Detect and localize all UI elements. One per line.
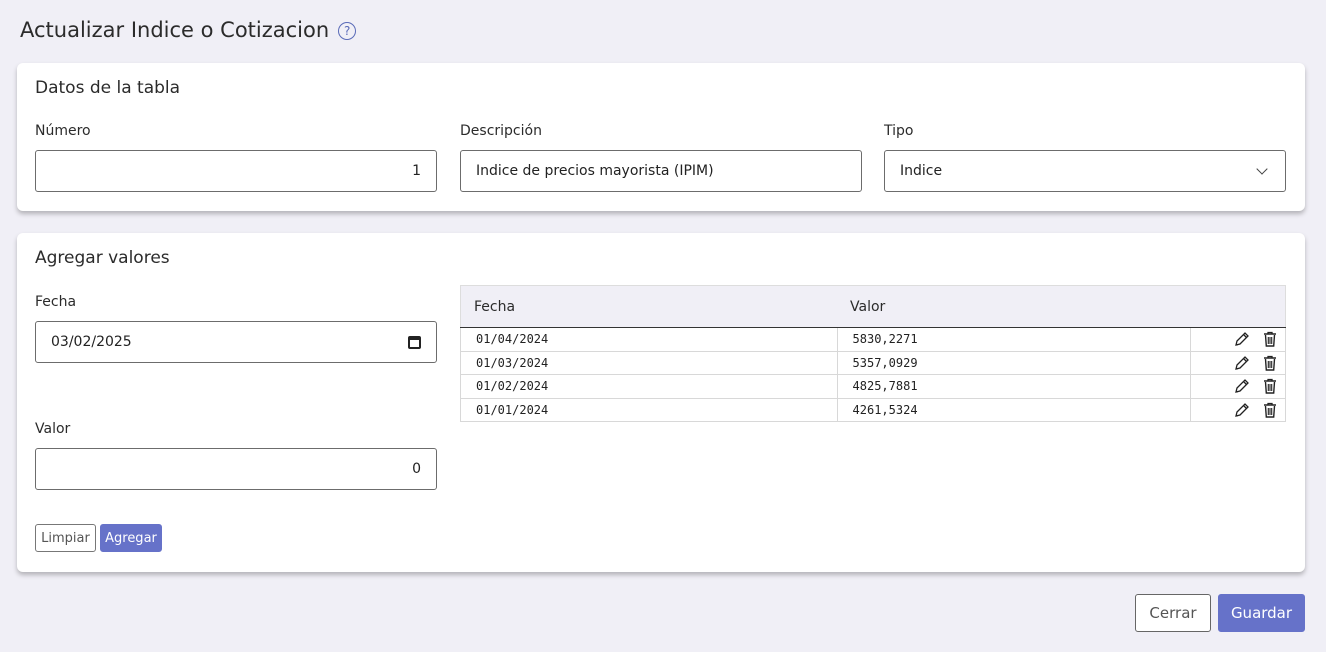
question-circle-icon[interactable]: ? bbox=[338, 22, 357, 40]
tipo-value: Indice bbox=[900, 163, 943, 179]
valor-value: 0 bbox=[412, 461, 421, 477]
tipo-label: Tipo bbox=[884, 123, 914, 139]
column-header-fecha: Fecha bbox=[460, 285, 838, 328]
agregar-button[interactable]: Agregar bbox=[100, 524, 162, 552]
agregar-title: Agregar valores bbox=[35, 248, 170, 268]
trash-icon[interactable] bbox=[1261, 401, 1279, 419]
table-row: 01/02/2024 4825,7881 bbox=[460, 374, 1286, 399]
column-header-valor: Valor bbox=[837, 285, 1191, 328]
descripcion-value: Indice de precios mayorista (IPIM) bbox=[476, 163, 714, 179]
table-row: 01/03/2024 5357,0929 bbox=[460, 350, 1286, 375]
trash-icon[interactable] bbox=[1261, 377, 1279, 395]
tipo-select[interactable]: Indice bbox=[884, 150, 1286, 192]
row-fecha-cell: 01/01/2024 bbox=[460, 397, 838, 422]
column-header-actions bbox=[1190, 285, 1286, 328]
pencil-icon[interactable] bbox=[1233, 354, 1251, 372]
table-row: 01/01/2024 4261,5324 bbox=[460, 397, 1286, 422]
row-valor-cell: 4261,5324 bbox=[836, 397, 1192, 422]
row-actions-cell bbox=[1190, 397, 1286, 422]
pencil-icon[interactable] bbox=[1233, 330, 1251, 348]
row-actions-cell bbox=[1190, 374, 1286, 399]
numero-label: Número bbox=[35, 123, 91, 139]
descripcion-label: Descripción bbox=[460, 123, 542, 139]
calendar-icon[interactable] bbox=[408, 335, 421, 349]
descripcion-input[interactable]: Indice de precios mayorista (IPIM) bbox=[460, 150, 862, 192]
trash-icon[interactable] bbox=[1261, 354, 1279, 372]
pencil-icon[interactable] bbox=[1233, 401, 1251, 419]
agregar-card: Agregar valores Fecha 03/02/2025 Valor 0… bbox=[17, 233, 1305, 572]
table-header-row: Fecha Valor bbox=[460, 285, 1286, 328]
row-fecha-cell: 01/03/2024 bbox=[460, 350, 838, 375]
guardar-button[interactable]: Guardar bbox=[1218, 594, 1305, 632]
valor-label: Valor bbox=[35, 421, 71, 437]
table-row: 01/04/2024 5830,2271 bbox=[460, 327, 1286, 352]
numero-value: 1 bbox=[412, 163, 421, 179]
fecha-value: 03/02/2025 bbox=[51, 334, 132, 350]
row-fecha-cell: 01/02/2024 bbox=[460, 374, 838, 399]
row-valor-cell: 5830,2271 bbox=[836, 327, 1192, 352]
pencil-icon[interactable] bbox=[1233, 377, 1251, 395]
numero-input[interactable]: 1 bbox=[35, 150, 437, 192]
datos-title: Datos de la tabla bbox=[35, 78, 181, 98]
limpiar-button[interactable]: Limpiar bbox=[35, 524, 96, 552]
datos-card: Datos de la tabla Número 1 Descripción I… bbox=[17, 63, 1305, 211]
valor-input[interactable]: 0 bbox=[35, 448, 437, 490]
row-actions-cell bbox=[1190, 327, 1286, 352]
page-title-text: Actualizar Indice o Cotizacion bbox=[20, 18, 330, 42]
row-valor-cell: 5357,0929 bbox=[836, 350, 1192, 375]
page-title: Actualizar Indice o Cotizacion ? bbox=[20, 18, 357, 42]
valores-table: Fecha Valor 01/04/2024 5830,2271 01/03/202… bbox=[460, 285, 1286, 422]
row-fecha-cell: 01/04/2024 bbox=[460, 327, 838, 352]
trash-icon[interactable] bbox=[1261, 330, 1279, 348]
row-actions-cell bbox=[1190, 350, 1286, 375]
fecha-input[interactable]: 03/02/2025 bbox=[35, 321, 437, 363]
row-valor-cell: 4825,7881 bbox=[836, 374, 1192, 399]
cerrar-button[interactable]: Cerrar bbox=[1135, 594, 1211, 632]
fecha-label: Fecha bbox=[35, 294, 77, 310]
chevron-down-icon bbox=[1256, 163, 1268, 175]
